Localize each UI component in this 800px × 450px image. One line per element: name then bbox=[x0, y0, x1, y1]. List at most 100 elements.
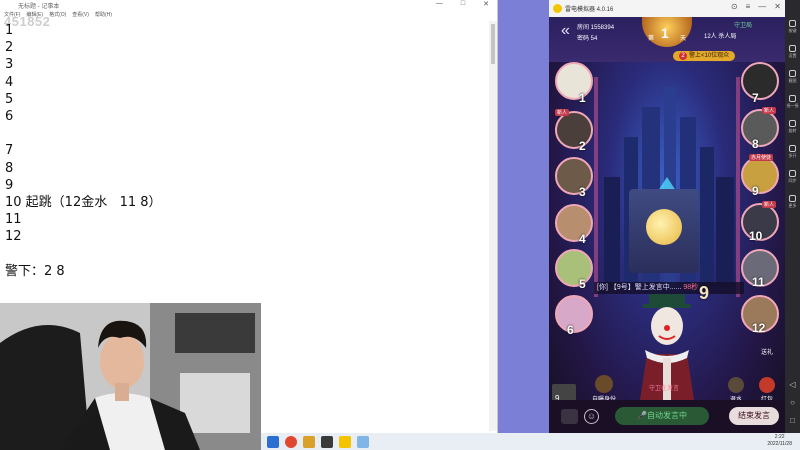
back-nav-icon[interactable]: ◁ bbox=[786, 380, 799, 389]
day-prefix: 第 bbox=[648, 36, 655, 42]
audience-text: 警上<10位观众 bbox=[689, 53, 730, 59]
maximize-icon[interactable]: □ bbox=[461, 0, 465, 8]
day-badge: 第 1 天 bbox=[642, 17, 692, 47]
emulator-logo-icon bbox=[553, 4, 562, 13]
windows-taskbar: 2:22 2022/11/28 bbox=[261, 433, 800, 450]
speaker-name: 守卫在发言 bbox=[649, 386, 680, 392]
emoji-icon[interactable]: ☺ bbox=[584, 409, 599, 424]
speech-timer: 98秒 bbox=[683, 284, 699, 291]
text-line bbox=[5, 125, 162, 142]
text-line: 12 bbox=[5, 229, 22, 245]
sidebar-sync[interactable]: 同步 bbox=[786, 170, 799, 184]
player-seat-7[interactable] bbox=[741, 62, 779, 100]
day-suffix: 天 bbox=[679, 36, 686, 42]
player-seat-4[interactable] bbox=[555, 204, 593, 242]
notepad-scrollbar[interactable] bbox=[489, 21, 497, 431]
room-info: 房间 1558394 密码 54 bbox=[577, 23, 614, 45]
auto-speak-label: 自动发言中 bbox=[646, 411, 687, 420]
text-line: 9 bbox=[5, 177, 14, 193]
streamer-video bbox=[0, 303, 261, 450]
keymap-icon bbox=[789, 20, 796, 27]
menu-help[interactable]: 帮助(H) bbox=[95, 11, 112, 21]
auto-speak-button[interactable]: 🎤自动发言中 bbox=[615, 407, 709, 425]
sidebar-settings[interactable]: 设置 bbox=[786, 45, 799, 59]
back-icon[interactable]: « bbox=[561, 23, 570, 39]
reveal-identity-button[interactable]: 自曝身份 bbox=[589, 375, 619, 403]
emulator-sidebar: 按键 设置 截图 摇一摇 旋转 多开 同步 更多 ◁ ○ □ bbox=[785, 0, 800, 433]
player-seat-6[interactable] bbox=[555, 295, 593, 333]
menu-format[interactable]: 格式(O) bbox=[49, 11, 66, 21]
close-icon[interactable]: ✕ bbox=[774, 2, 781, 11]
seat-tag: 新人 bbox=[762, 201, 777, 208]
text-line: 警下：2 8 bbox=[5, 263, 65, 279]
players-count: 12人 杀人局 bbox=[704, 34, 737, 40]
seat-number: 5 bbox=[579, 277, 586, 291]
keyboard-icon[interactable] bbox=[561, 409, 578, 424]
player-seat-9[interactable] bbox=[741, 156, 779, 194]
night-card bbox=[629, 189, 699, 273]
menu-icon[interactable]: ≡ bbox=[746, 2, 751, 11]
chrome-icon[interactable] bbox=[285, 435, 297, 448]
player-seat-1[interactable] bbox=[555, 62, 593, 100]
sidebar-screenshot[interactable]: 截图 bbox=[786, 70, 799, 84]
end-speech-button[interactable]: 结束发言 bbox=[729, 407, 779, 425]
mic-icon: 🎤 bbox=[637, 411, 647, 420]
room-number: 房间 1558394 bbox=[577, 25, 615, 31]
emulator-window-controls: ⊙ ≡ — ✕ bbox=[731, 2, 781, 11]
sidebar-rotate[interactable]: 旋转 bbox=[786, 120, 799, 134]
audience-count: 2 bbox=[679, 52, 687, 60]
seat-number: 10 bbox=[749, 229, 763, 243]
sidebar-shake[interactable]: 摇一摇 bbox=[786, 95, 799, 109]
red-packet-icon bbox=[759, 377, 775, 393]
seat-number: 2 bbox=[579, 139, 586, 153]
emulator-taskbar-icon[interactable] bbox=[339, 435, 351, 448]
minimize-icon[interactable]: — bbox=[436, 0, 443, 8]
notepad-text-area[interactable]: 1 2 3 4 5 6 7 8 9 10 起跳（12金水 11 8） 11 12… bbox=[5, 22, 162, 280]
seat-number: 9 bbox=[752, 184, 759, 198]
sidebar-keymap[interactable]: 按键 bbox=[786, 20, 799, 34]
gamepad-icon[interactable]: ⊙ bbox=[731, 2, 738, 11]
notepad-titlebar: 无标题 - 记事本 — □ ✕ bbox=[0, 0, 497, 11]
seat-number: 3 bbox=[579, 185, 586, 199]
seat-number: 1 bbox=[579, 91, 586, 105]
windows-start-icon[interactable] bbox=[267, 435, 279, 448]
app-icon[interactable] bbox=[303, 435, 315, 448]
game-screen: « 房间 1558394 密码 54 第 1 天 守卫局 12人 杀人局 2 警上… bbox=[549, 17, 785, 433]
recent-nav-icon[interactable]: □ bbox=[786, 416, 799, 425]
text-line bbox=[5, 245, 162, 262]
notepad-menubar: 文件(F) 编辑(E) 格式(O) 查看(V) 帮助(H) bbox=[0, 11, 497, 21]
more-icon bbox=[789, 195, 796, 202]
emulator-title: 雷电模拟器 4.0.16 bbox=[565, 7, 614, 13]
clock-date: 2022/11/28 bbox=[767, 441, 792, 447]
emulator-window: 雷电模拟器 4.0.16 ⊙ ≡ — ✕ « 房间 1558394 密码 54 … bbox=[549, 0, 785, 433]
menu-view[interactable]: 查看(V) bbox=[72, 11, 89, 21]
clock-time: 2:22 bbox=[774, 434, 785, 440]
text-line: 3 bbox=[5, 57, 14, 73]
game-mode: 守卫局 bbox=[734, 23, 753, 29]
gear-icon bbox=[789, 45, 796, 52]
player-seat-8[interactable] bbox=[741, 109, 779, 147]
room-password: 密码 54 bbox=[577, 36, 598, 42]
text-line: 8 bbox=[5, 160, 14, 176]
close-icon[interactable]: ✕ bbox=[483, 0, 489, 8]
minimize-icon[interactable]: — bbox=[758, 2, 766, 11]
player-seat-3[interactable] bbox=[555, 157, 593, 195]
text-line: 7 bbox=[5, 143, 14, 159]
sidebar-more[interactable]: 更多 bbox=[786, 195, 799, 209]
system-clock[interactable]: 2:22 2022/11/28 bbox=[767, 434, 792, 448]
seat-tag: 新人 bbox=[555, 109, 570, 116]
notepad-taskbar-icon[interactable] bbox=[357, 435, 369, 448]
seat-tag: 新人 bbox=[762, 107, 777, 114]
text-line: 1 bbox=[5, 23, 14, 38]
player-seat-5[interactable] bbox=[555, 249, 593, 287]
shake-icon bbox=[789, 95, 796, 102]
gift-label[interactable]: 送礼 bbox=[761, 347, 773, 356]
app-icon[interactable] bbox=[321, 435, 333, 448]
home-nav-icon[interactable]: ○ bbox=[786, 398, 799, 407]
player-seat-2[interactable] bbox=[555, 111, 593, 149]
text-line: 11 bbox=[5, 212, 22, 228]
text-line: 10 起跳（12金水 11 8） bbox=[5, 194, 162, 210]
text-line: 6 bbox=[5, 108, 14, 124]
seat-tag: 赤月使徒 bbox=[749, 154, 774, 161]
sidebar-multi[interactable]: 多开 bbox=[786, 145, 799, 159]
